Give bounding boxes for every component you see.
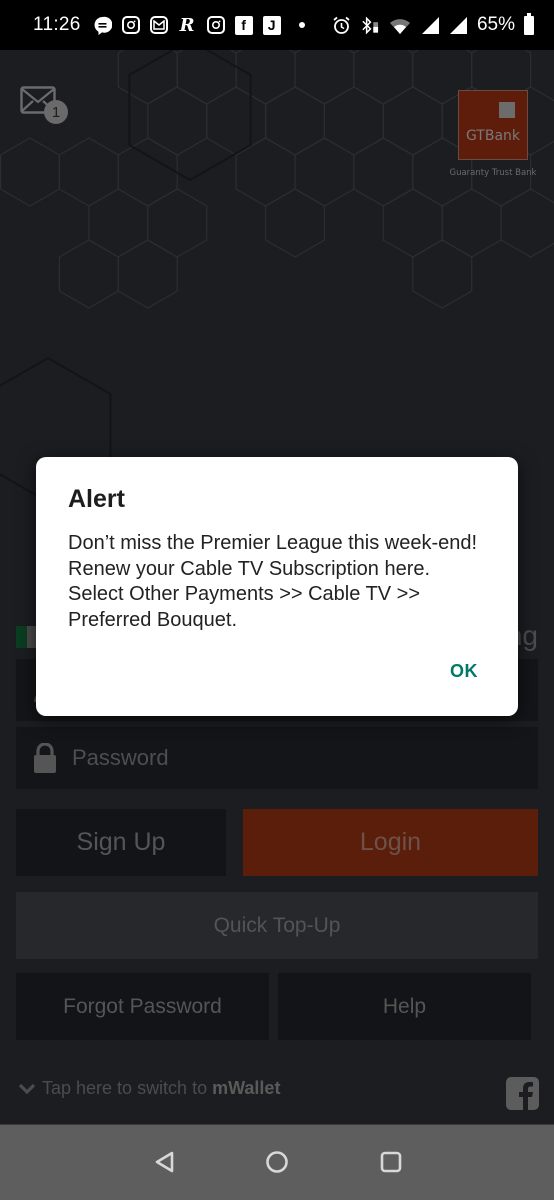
hexagon-shape	[382, 86, 443, 156]
hexagon-shape	[117, 239, 178, 309]
instagram-icon	[121, 16, 140, 34]
chat-bubble-icon	[93, 16, 112, 35]
hexagon-shape	[176, 50, 237, 105]
recents-square-icon	[380, 1151, 402, 1173]
status-bar: 11:26 R f J 65%	[0, 0, 554, 50]
home-button[interactable]	[264, 1149, 290, 1175]
cell-signal-icon	[449, 16, 468, 35]
home-circle-icon	[266, 1151, 288, 1173]
hexagon-shape	[117, 137, 178, 207]
lock-icon	[32, 743, 58, 773]
back-button[interactable]	[151, 1149, 177, 1175]
alarm-icon	[332, 16, 351, 35]
hexagon-shape	[235, 50, 296, 105]
hexagon-shape	[88, 188, 149, 258]
cell-signal-icon	[421, 16, 440, 35]
brand-logo-box: GTBank	[458, 90, 528, 160]
message-count-badge: 1	[44, 100, 68, 124]
flag-green-stripe	[16, 626, 27, 648]
sign-up-button[interactable]: Sign Up	[16, 809, 226, 876]
help-button[interactable]: Help	[278, 973, 531, 1040]
hexagon-shape	[265, 86, 325, 156]
battery-icon	[524, 12, 534, 35]
hexagon-shape	[441, 188, 502, 258]
hexagon-shape	[0, 137, 61, 207]
switch-to-mwallet-link[interactable]: Tap here to switch to mWallet	[18, 1078, 280, 1099]
brand-tagline: Guaranty Trust Bank	[449, 168, 537, 178]
brand-name: GTBank	[465, 128, 521, 144]
facebook-icon: f	[234, 15, 253, 35]
hexagon-shape	[117, 50, 178, 105]
password-input[interactable]	[72, 745, 538, 771]
login-button[interactable]: Login	[243, 809, 538, 876]
hexagon-shape	[265, 188, 325, 258]
notification-icons: R f J	[93, 14, 305, 36]
messages-button[interactable]: 1	[20, 86, 68, 124]
gmail-icon	[149, 16, 168, 34]
hexagon-shape	[206, 86, 267, 156]
logo-square	[499, 102, 515, 118]
hexagon-shape	[147, 86, 208, 156]
chevron-down-icon	[18, 1083, 36, 1094]
instagram-icon	[206, 16, 225, 34]
wifi-icon	[388, 16, 412, 35]
battery-percent: 65%	[476, 14, 515, 35]
hexagon-shape	[58, 239, 119, 309]
facebook-icon[interactable]	[506, 1077, 539, 1110]
music-app-icon: J	[262, 15, 281, 35]
back-triangle-icon	[155, 1151, 174, 1173]
hexagon-shape	[323, 86, 384, 156]
hexagon-shape	[294, 137, 355, 207]
hexagon-shape	[294, 50, 355, 105]
system-navigation-bar	[0, 1124, 554, 1200]
alert-dialog: Alert Don’t miss the Premier League this…	[36, 457, 518, 716]
hexagon-shape	[353, 137, 414, 207]
switch-target: mWallet	[212, 1078, 281, 1098]
hexagon-shape	[58, 137, 119, 207]
ok-button[interactable]: OK	[450, 661, 478, 682]
more-notifications-dot	[298, 22, 305, 28]
dialog-message: Don’t miss the Premier League this week-…	[68, 532, 478, 631]
dialog-title: Alert	[68, 485, 125, 513]
system-icons: 65%	[332, 12, 534, 36]
hexagon-shape	[382, 188, 443, 258]
switch-text: Tap here to switch to	[42, 1078, 208, 1098]
hexagon-shape	[353, 50, 414, 105]
forgot-password-button[interactable]: Forgot Password	[16, 973, 269, 1040]
hexagon-shape	[412, 239, 473, 309]
password-field[interactable]	[16, 727, 538, 789]
bluetooth-icon	[360, 16, 379, 35]
clock: 11:26	[33, 14, 81, 35]
hexagon-shape	[147, 188, 208, 258]
recents-button[interactable]	[378, 1149, 404, 1175]
hexagon-shape	[500, 188, 554, 258]
quick-topup-button[interactable]: Quick Top-Up	[16, 892, 538, 959]
r-app-icon: R	[179, 14, 195, 36]
